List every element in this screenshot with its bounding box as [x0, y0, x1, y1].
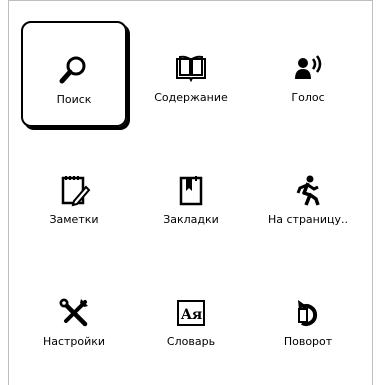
menu-item-search[interactable]: Поиск	[21, 21, 127, 127]
menu-item-goto-page[interactable]: На страницу..	[255, 143, 361, 249]
menu-item-label: Голос	[291, 91, 325, 104]
menu-item-label: Настройки	[42, 335, 106, 348]
menu-item-label: Поворот	[283, 335, 333, 348]
menu-item-label: Содержание	[154, 91, 228, 104]
walk-icon	[290, 173, 326, 209]
menu-item-settings[interactable]: Настройки	[21, 265, 127, 371]
menu-item-label: Заметки	[49, 213, 99, 226]
svg-text:Aя: Aя	[180, 307, 202, 323]
menu-item-dictionary[interactable]: Aя Словарь	[138, 265, 244, 371]
tools-icon	[56, 295, 92, 331]
search-icon	[56, 53, 92, 89]
menu-item-notes[interactable]: Заметки	[21, 143, 127, 249]
notes-icon	[56, 173, 92, 209]
bookmark-icon	[173, 173, 209, 209]
menu-item-label: Поиск	[56, 93, 92, 106]
menu-item-rotate[interactable]: Поворот	[255, 265, 361, 371]
menu-item-voice[interactable]: Голос	[255, 21, 361, 127]
voice-icon	[290, 51, 326, 87]
menu-item-bookmarks[interactable]: Закладки	[138, 143, 244, 249]
menu-item-label: Закладки	[163, 213, 219, 226]
menu-item-label: На страницу..	[267, 213, 349, 226]
dictionary-icon: Aя	[173, 295, 209, 331]
menu-item-contents[interactable]: Содержание	[138, 21, 244, 127]
rotate-icon	[290, 295, 326, 331]
menu-item-label: Словарь	[166, 335, 216, 348]
book-icon	[173, 51, 209, 87]
menu-panel: Поиск Содержание Голос Заметки Закладки …	[8, 0, 373, 385]
